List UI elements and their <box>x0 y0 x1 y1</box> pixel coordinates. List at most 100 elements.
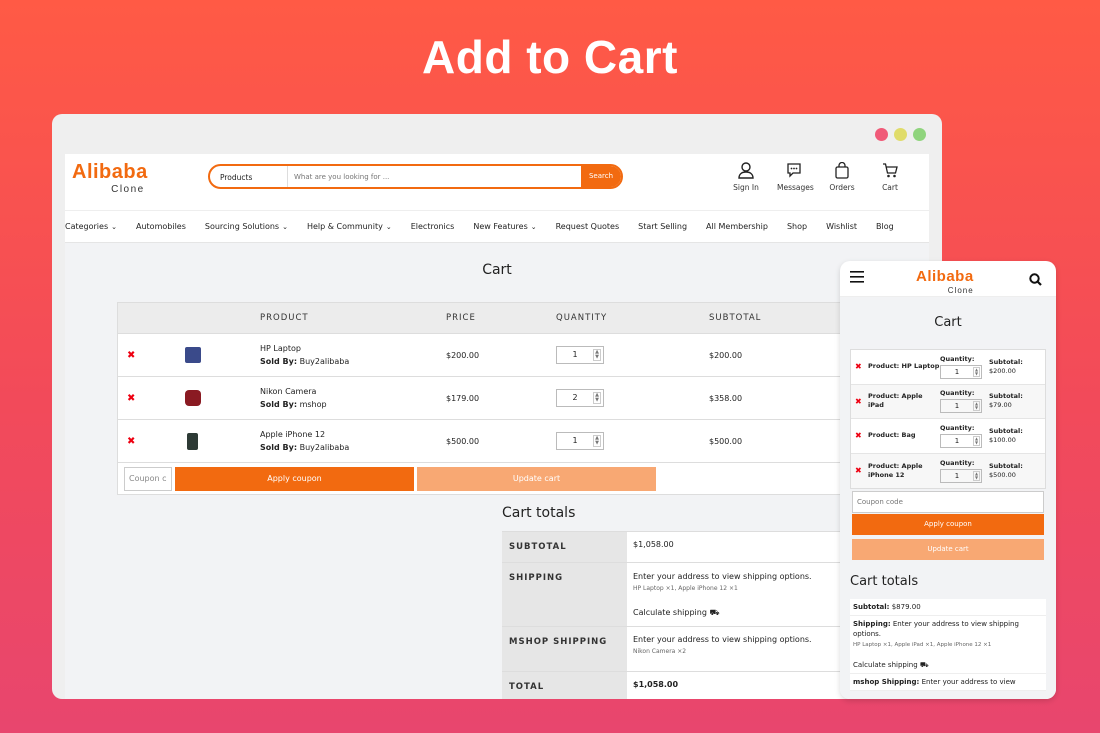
list-item: ✖ Product: Bag Quantity: 1 ▲ ▼ Subtotal: $10… <box>851 419 1045 454</box>
mobile-cart-list: ✖ Product: HP Laptop Quantity: 1 ▲ ▼ Subtot… <box>850 349 1046 489</box>
item-price: $200.00 <box>446 350 480 360</box>
messages-button[interactable]: Messages <box>777 162 814 192</box>
mobile-coupon-input[interactable]: Coupon code <box>852 491 1044 513</box>
item-subtotal: $500.00 <box>989 470 1016 479</box>
quantity-stepper[interactable]: 1 ▲ ▼ <box>940 364 982 379</box>
mobile-apply-coupon-button[interactable]: Apply coupon <box>852 514 1044 535</box>
stepper-arrows-icon[interactable]: ▲ ▼ <box>593 392 601 404</box>
subtotal-label: Subtotal: <box>989 357 1023 366</box>
sold-by-label: Sold By: <box>260 400 298 409</box>
stepper-arrows-icon[interactable]: ▲ ▼ <box>593 435 601 447</box>
sign-in-button[interactable]: Sign In <box>729 162 763 192</box>
stepper-arrows-icon[interactable]: ▲ ▼ <box>973 470 980 481</box>
product-name[interactable]: Nikon Camera <box>260 385 446 398</box>
quantity-label: Quantity: <box>940 389 975 398</box>
coupon-row: Coupon c Apply coupon Update cart <box>118 463 876 494</box>
product-name[interactable]: Product: Apple iPad <box>868 392 940 410</box>
stepper-arrows-icon[interactable]: ▲ ▼ <box>973 401 980 412</box>
search-category-select[interactable]: Products <box>210 166 288 187</box>
product-name[interactable]: HP Laptop <box>260 342 446 355</box>
nav-request-quotes[interactable]: Request Quotes <box>556 222 620 231</box>
remove-item-icon[interactable]: ✖ <box>855 466 868 475</box>
user-icon <box>738 162 754 179</box>
mobile-update-cart-button[interactable]: Update cart <box>852 539 1044 560</box>
product-name[interactable]: Product: HP Laptop <box>868 362 940 371</box>
cart-icon <box>883 163 898 178</box>
quantity-stepper[interactable]: 2 ▲ ▼ <box>556 389 604 407</box>
seller-name[interactable]: Buy2alibaba <box>300 357 350 366</box>
shipping-label: SHIPPING <box>502 563 627 626</box>
quantity-stepper[interactable]: 1 ▲ ▼ <box>940 399 982 414</box>
cart-totals-title: Cart totals <box>502 505 576 521</box>
chevron-down-icon: ⌄ <box>111 223 117 231</box>
item-price: $500.00 <box>446 436 480 446</box>
search-button[interactable]: Search <box>581 166 621 187</box>
hamburger-menu-icon[interactable] <box>850 271 864 283</box>
seller-name[interactable]: Buy2alibaba <box>300 443 350 452</box>
subtotal-label: Subtotal: <box>853 603 890 611</box>
quantity-stepper[interactable]: 1 ▲ ▼ <box>556 432 604 450</box>
mobile-logo[interactable]: Alibaba Clone <box>916 269 974 298</box>
remove-item-icon[interactable]: ✖ <box>855 431 868 440</box>
site-logo[interactable]: Alibaba Clone <box>72 162 148 200</box>
main-nav: Categories ⌄ Automobiles Sourcing Solutio… <box>65 211 929 243</box>
sold-by-label: Sold By: <box>260 443 298 452</box>
mobile-view: Alibaba Clone Cart ✖ Product: HP Laptop Q… <box>840 261 1056 699</box>
list-item: ✖ Product: HP Laptop Quantity: 1 ▲ ▼ Subtot… <box>851 350 1045 385</box>
nav-blog[interactable]: Blog <box>876 222 894 231</box>
subtotal-value: $879.00 <box>891 603 921 611</box>
remove-item-icon[interactable]: ✖ <box>118 350 180 361</box>
minimize-dot[interactable] <box>894 128 907 141</box>
quantity-stepper[interactable]: 1 ▲ ▼ <box>556 346 604 364</box>
nav-wishlist[interactable]: Wishlist <box>826 222 857 231</box>
quantity-stepper[interactable]: 1 ▲ ▼ <box>940 468 982 483</box>
cart-table: PRODUCT PRICE QUANTITY SUBTOTAL ✖ HP Lap… <box>117 302 877 495</box>
product-thumbnail[interactable] <box>185 347 201 363</box>
product-name[interactable]: Apple iPhone 12 <box>260 428 446 441</box>
shipping-label: Shipping: <box>853 620 891 628</box>
remove-item-icon[interactable]: ✖ <box>118 393 180 404</box>
mobile-body: Cart ✖ Product: HP Laptop Quantity: 1 ▲ ▼ S… <box>840 297 1056 699</box>
stepper-arrows-icon[interactable]: ▲ ▼ <box>593 349 601 361</box>
coupon-input[interactable]: Coupon c <box>124 466 172 491</box>
maximize-dot[interactable] <box>913 128 926 141</box>
nav-help-community[interactable]: Help & Community ⌄ <box>307 222 392 231</box>
nav-all-membership[interactable]: All Membership <box>706 222 768 231</box>
nav-start-selling[interactable]: Start Selling <box>638 222 687 231</box>
quantity-stepper[interactable]: 1 ▲ ▼ <box>940 433 982 448</box>
calculate-shipping-link[interactable]: Calculate shipping ⛟ <box>853 661 929 669</box>
product-name[interactable]: Product: Apple iPhone 12 <box>868 462 940 480</box>
stepper-arrows-icon[interactable]: ▲ ▼ <box>973 435 980 446</box>
stepper-arrows-icon[interactable]: ▲ ▼ <box>973 366 980 377</box>
product-name[interactable]: Product: Bag <box>868 431 940 440</box>
product-thumbnail[interactable] <box>185 390 201 406</box>
nav-shop[interactable]: Shop <box>787 222 807 231</box>
remove-item-icon[interactable]: ✖ <box>855 362 868 371</box>
col-quantity: QUANTITY <box>556 313 608 323</box>
sold-by-label: Sold By: <box>260 357 298 366</box>
orders-button[interactable]: Orders <box>825 162 859 192</box>
mobile-cart-totals: Subtotal: $879.00 Shipping: Enter your a… <box>850 599 1046 691</box>
remove-item-icon[interactable]: ✖ <box>118 436 180 447</box>
nav-new-features[interactable]: New Features ⌄ <box>473 222 536 231</box>
cart-label: Cart <box>882 183 898 192</box>
chat-icon <box>787 163 801 178</box>
apply-coupon-button[interactable]: Apply coupon <box>175 466 414 491</box>
close-dot[interactable] <box>875 128 888 141</box>
logo-subtext: Clone <box>111 184 145 195</box>
subtotal-label: Subtotal: <box>989 392 1023 401</box>
remove-item-icon[interactable]: ✖ <box>855 397 868 406</box>
search-input[interactable] <box>288 166 581 187</box>
nav-categories[interactable]: Categories ⌄ <box>65 222 117 231</box>
nav-automobiles[interactable]: Automobiles <box>136 222 186 231</box>
nav-electronics[interactable]: Electronics <box>411 222 455 231</box>
search-icon[interactable] <box>1029 273 1042 286</box>
mobile-cart-title: Cart <box>934 315 962 330</box>
update-cart-button[interactable]: Update cart <box>417 466 656 491</box>
product-thumbnail[interactable] <box>187 432 198 450</box>
item-subtotal: $200.00 <box>989 366 1016 375</box>
nav-sourcing-solutions[interactable]: Sourcing Solutions ⌄ <box>205 222 288 231</box>
cart-button[interactable]: Cart <box>873 162 907 192</box>
seller-name[interactable]: mshop <box>300 400 327 409</box>
quantity-label: Quantity: <box>940 423 975 432</box>
